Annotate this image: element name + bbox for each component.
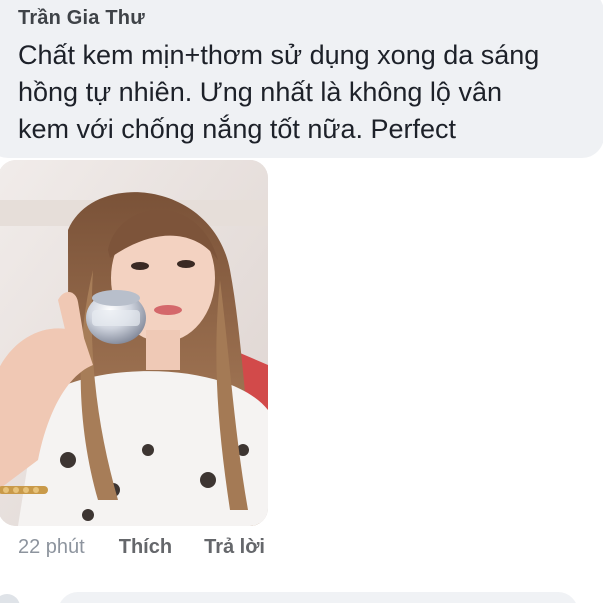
comment-photo[interactable] xyxy=(0,160,268,526)
comment-text-line: kem với chống nắng tốt nữa. Perfect xyxy=(18,114,457,144)
comment-text-line: hồng tự nhiên. Ưng nhất là không lộ vân xyxy=(18,77,502,107)
reply-input[interactable] xyxy=(58,592,578,603)
comment-timestamp: 22 phút xyxy=(18,535,85,558)
like-button[interactable]: Thích xyxy=(119,536,172,559)
comment-thread: Trần Gia Thư Chất kem mịn+thơm sử dụng x… xyxy=(0,0,603,603)
avatar xyxy=(0,594,20,603)
reply-button[interactable]: Trả lời xyxy=(204,536,265,559)
comment-text: Chất kem mịn+thơm sử dụng xong da sáng h… xyxy=(18,37,603,148)
comment-actions: 22 phút Thích Trả lời xyxy=(18,534,265,560)
comment-text-line: Chất kem mịn+thơm sử dụng xong da sáng xyxy=(18,40,540,70)
comment-author-name[interactable]: Trần Gia Thư xyxy=(18,7,145,30)
